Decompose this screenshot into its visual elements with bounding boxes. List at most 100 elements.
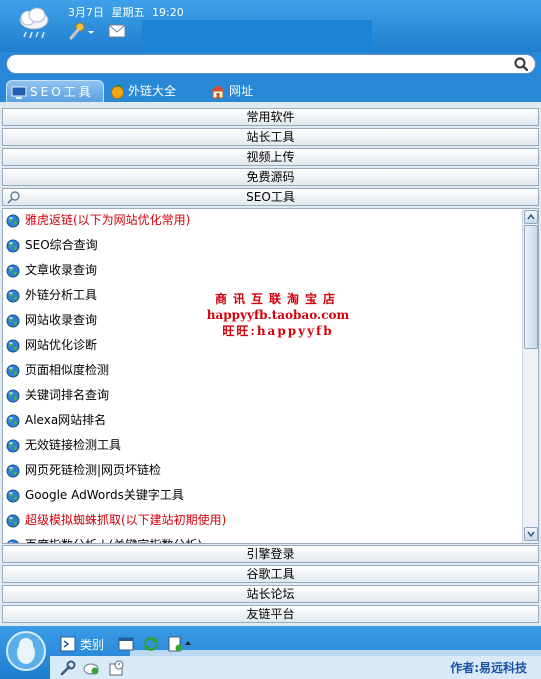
list-item[interactable]: 外链分析工具	[6, 285, 97, 305]
shop-advert: 商讯互联淘宝店 happyyfb.taobao.com 旺旺:happyyfb	[193, 291, 363, 339]
globe-icon	[6, 364, 20, 377]
tab-external-links[interactable]: 外链大全	[110, 80, 190, 102]
list-item-label: 无效链接检测工具	[25, 438, 122, 452]
search-box[interactable]	[6, 54, 536, 74]
search-icon[interactable]	[513, 56, 529, 72]
list-item[interactable]: Google AdWords关键字工具	[6, 485, 184, 505]
list-item-label: Google AdWords关键字工具	[25, 488, 184, 502]
tab-websites[interactable]: 网址	[210, 80, 270, 102]
list-item-label: Alexa网站排名	[25, 413, 107, 427]
category-label: 免费源码	[246, 170, 295, 184]
list-item[interactable]: 文章收录查询	[6, 260, 97, 280]
search-input[interactable]	[17, 56, 507, 72]
cloud-add-icon[interactable]	[82, 660, 100, 676]
category-label: SEO工具	[246, 190, 295, 204]
refresh-icon[interactable]	[142, 636, 160, 652]
chevron-up-icon	[527, 213, 535, 220]
chevron-down-icon	[527, 531, 535, 538]
author-credit: 作者:易远科技	[450, 661, 527, 675]
category-label: 常用软件	[246, 110, 295, 124]
globe-icon	[7, 539, 19, 543]
list-item[interactable]: 雅虎返链(以下为网站优化常用)	[6, 210, 190, 230]
category-seo-tools[interactable]: SEO工具	[2, 188, 539, 206]
globe-icon	[6, 514, 20, 527]
list-item-label: SEO综合查询	[25, 238, 98, 252]
globe-icon	[6, 439, 20, 452]
qq-penguin-icon[interactable]	[6, 630, 46, 672]
globe-icon	[6, 414, 20, 427]
date-text: 3月7日	[68, 6, 104, 19]
category-label: 谷歌工具	[246, 567, 295, 581]
scroll-up-button[interactable]	[524, 210, 538, 224]
globe-icon	[6, 264, 20, 277]
category-common-software[interactable]: 常用软件	[2, 108, 539, 126]
list-item-label: 网页死链检测|网页坏链检	[25, 463, 162, 477]
category-label: 友链平台	[246, 607, 295, 621]
category-label: 站长论坛	[246, 587, 295, 601]
seo-tool-list: 雅虎返链(以下为网站优化常用) SEO综合查询 文章收录查询 外链分析工具 网站收录查询…	[2, 208, 539, 544]
list-item-label: 网站收录查询	[25, 313, 98, 327]
list-item[interactable]: 关键词排名查询	[6, 385, 109, 405]
list-item[interactable]: 网页死链检测|网页坏链检	[6, 460, 161, 480]
advert-url: happyyfb.taobao.com	[206, 308, 350, 322]
weather-cloud-icon[interactable]	[14, 3, 54, 43]
list-item-label: 雅虎返链(以下为网站优化常用)	[25, 213, 191, 227]
tab-seo-tools[interactable]: SEO工具	[6, 80, 104, 102]
monitor-icon	[11, 86, 27, 99]
tab-label: SEO工具	[30, 85, 94, 99]
advert-shop-name: 商讯互联淘宝店	[214, 292, 341, 306]
category-engine-submit[interactable]: 引擎登录	[2, 545, 539, 563]
globe-icon	[6, 289, 20, 302]
globe-icon	[6, 214, 20, 227]
list-item[interactable]: Alexa网站排名	[6, 410, 106, 430]
list-item-label: 百度指数分析 | (关键字指数分析)	[25, 538, 202, 543]
list-item-label: 超级模拟蜘蛛抓取(以下建站初期使用)	[25, 513, 227, 527]
globe-icon	[6, 314, 20, 327]
wrench-dropdown-icon[interactable]	[68, 22, 96, 40]
category-label-button[interactable]: 类别	[80, 636, 104, 653]
list-item-label: 文章收录查询	[25, 263, 98, 277]
list-item[interactable]: 网站优化诊断	[6, 335, 97, 355]
category-label: 视频上传	[246, 150, 295, 164]
tab-label: 外链大全	[128, 84, 177, 98]
window-icon[interactable]	[118, 636, 134, 652]
date-time: 3月7日 星期五 19:20	[68, 4, 184, 20]
list-item-label: 页面相似度检测	[25, 363, 110, 377]
new-page-dropdown-icon[interactable]	[168, 636, 194, 652]
list-item[interactable]: 百度指数分析 | (关键字指数分析)	[6, 535, 202, 543]
category-label: 引擎登录	[246, 547, 295, 561]
globe-icon	[6, 389, 20, 402]
category-google-tools[interactable]: 谷歌工具	[2, 565, 539, 583]
scroll-down-button[interactable]	[524, 527, 538, 541]
orange-fruit-icon	[111, 84, 124, 99]
category-label: 站长工具	[246, 130, 295, 144]
mail-icon[interactable]	[108, 24, 126, 38]
clock-icon[interactable]	[108, 660, 124, 676]
home-icon	[211, 85, 225, 99]
list-scrollbar[interactable]	[522, 209, 538, 543]
category-free-source[interactable]: 免费源码	[2, 168, 539, 186]
list-item[interactable]: SEO综合查询	[6, 235, 98, 255]
category-webmaster-forum[interactable]: 站长论坛	[2, 585, 539, 603]
list-item-label: 关键词排名查询	[25, 388, 110, 402]
tab-label: 网址	[229, 84, 254, 98]
time-text: 19:20	[152, 6, 184, 19]
list-item-label: 网站优化诊断	[25, 338, 98, 352]
globe-icon	[6, 239, 20, 252]
list-item[interactable]: 无效链接检测工具	[6, 435, 121, 455]
list-item-label: 外链分析工具	[25, 288, 98, 302]
list-item[interactable]: 超级模拟蜘蛛抓取(以下建站初期使用)	[6, 510, 226, 530]
category-webmaster-tools[interactable]: 站长工具	[2, 128, 539, 146]
weekday-text: 星期五	[111, 6, 145, 19]
wrench-icon[interactable]	[60, 660, 76, 676]
scroll-thumb[interactable]	[524, 225, 538, 349]
list-item[interactable]: 页面相似度检测	[6, 360, 109, 380]
list-item[interactable]: 网站收录查询	[6, 310, 97, 330]
category-list-icon[interactable]	[60, 636, 76, 652]
header-panel	[142, 20, 372, 52]
magnifier-icon	[7, 191, 20, 204]
category-link-exchange[interactable]: 友链平台	[2, 605, 539, 623]
advert-wangwang: 旺旺:happyyfb	[222, 324, 334, 338]
globe-icon	[6, 464, 20, 477]
category-video-upload[interactable]: 视频上传	[2, 148, 539, 166]
